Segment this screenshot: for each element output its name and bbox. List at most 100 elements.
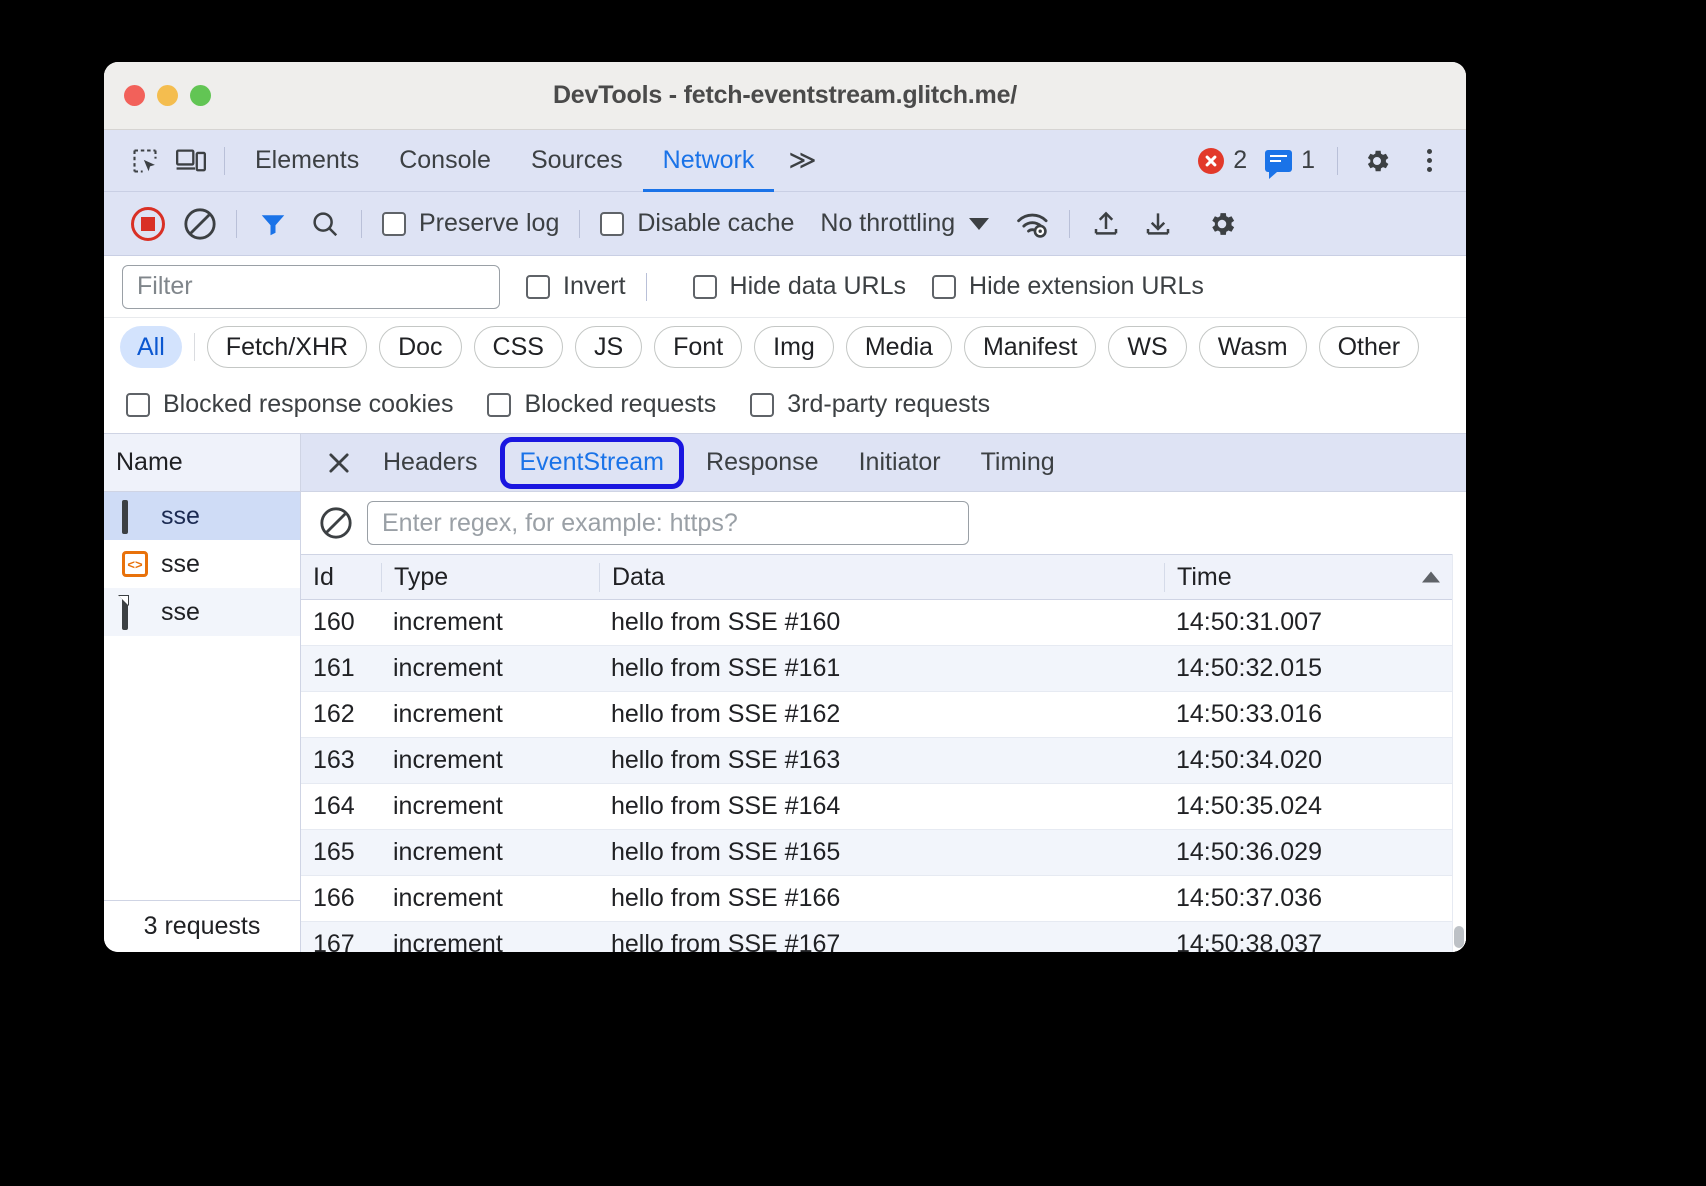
type-filter-css[interactable]: CSS — [474, 326, 563, 368]
minimize-window-button[interactable] — [157, 85, 178, 106]
scrollbar-thumb[interactable] — [1454, 926, 1464, 948]
clear-events-icon[interactable] — [319, 506, 353, 540]
resource-type-filters: All Fetch/XHR Doc CSS JS Font Img Media … — [104, 318, 1466, 376]
event-row-5[interactable]: 165 increment hello from SSE #165 14:50:… — [301, 830, 1466, 876]
chevron-down-icon — [969, 218, 989, 230]
event-row-6[interactable]: 166 increment hello from SSE #166 14:50:… — [301, 876, 1466, 922]
event-type-5: increment — [381, 838, 599, 867]
event-row-1[interactable]: 161 increment hello from SSE #161 14:50:… — [301, 646, 1466, 692]
event-row-0[interactable]: 160 increment hello from SSE #160 14:50:… — [301, 600, 1466, 646]
tab-network[interactable]: Network — [643, 130, 775, 192]
column-header-id[interactable]: Id — [301, 563, 381, 592]
hide-extension-urls-label: Hide extension URLs — [969, 272, 1204, 301]
type-filter-wasm[interactable]: Wasm — [1199, 326, 1307, 368]
detail-tab-headers[interactable]: Headers — [363, 434, 498, 492]
type-filter-ws[interactable]: WS — [1108, 326, 1186, 368]
hide-data-urls-checkbox[interactable]: Hide data URLs — [693, 272, 906, 301]
warning-count: 1 — [1301, 146, 1315, 175]
type-filter-divider — [194, 333, 195, 361]
type-filter-js[interactable]: JS — [575, 326, 642, 368]
tab-console[interactable]: Console — [379, 130, 511, 192]
maximize-window-button[interactable] — [190, 85, 211, 106]
type-filter-font[interactable]: Font — [654, 326, 742, 368]
event-id-1: 161 — [301, 654, 381, 683]
preserve-log-box — [382, 212, 406, 236]
window-title: DevTools - fetch-eventstream.glitch.me/ — [104, 81, 1466, 110]
third-party-requests-checkbox[interactable]: 3rd-party requests — [750, 390, 990, 419]
close-icon[interactable] — [315, 439, 363, 487]
wifi-settings-icon[interactable] — [1007, 198, 1059, 250]
disable-cache-checkbox[interactable]: Disable cache — [600, 209, 794, 238]
inspect-element-icon[interactable] — [122, 138, 168, 184]
event-row-3[interactable]: 163 increment hello from SSE #163 14:50:… — [301, 738, 1466, 784]
hide-extension-urls-checkbox[interactable]: Hide extension URLs — [932, 272, 1204, 301]
download-har-icon[interactable] — [1132, 198, 1184, 250]
search-icon[interactable] — [299, 198, 351, 250]
funnel-filter-icon[interactable] — [247, 198, 299, 250]
event-data-6: hello from SSE #166 — [599, 884, 1164, 913]
type-filter-img[interactable]: Img — [754, 326, 834, 368]
blocked-response-cookies-checkbox[interactable]: Blocked response cookies — [126, 390, 453, 419]
network-settings-gear-icon[interactable] — [1196, 198, 1248, 250]
more-tabs-icon[interactable]: ≫ — [774, 145, 827, 176]
column-header-data[interactable]: Data — [599, 563, 1164, 592]
detail-tab-timing[interactable]: Timing — [961, 434, 1075, 492]
event-data-7: hello from SSE #167 — [599, 930, 1164, 952]
request-row-1[interactable]: <> sse — [104, 540, 300, 588]
type-filter-other[interactable]: Other — [1319, 326, 1420, 368]
record-button[interactable] — [122, 198, 174, 250]
throttling-dropdown[interactable]: No throttling — [820, 209, 989, 238]
request-row-2[interactable]: sse — [104, 588, 300, 636]
request-detail-panel: Headers EventStream Response Initiator T… — [301, 434, 1466, 952]
event-time-6: 14:50:37.036 — [1164, 884, 1466, 913]
warning-badge[interactable]: 1 — [1259, 146, 1321, 175]
tab-sources[interactable]: Sources — [511, 130, 643, 192]
request-row-0[interactable]: sse — [104, 492, 300, 540]
event-id-7: 167 — [301, 930, 381, 952]
upload-har-icon[interactable] — [1080, 198, 1132, 250]
close-window-button[interactable] — [124, 85, 145, 106]
event-type-4: increment — [381, 792, 599, 821]
type-filter-manifest[interactable]: Manifest — [964, 326, 1096, 368]
eventstream-scrollbar[interactable] — [1452, 554, 1466, 952]
detail-tab-response[interactable]: Response — [686, 434, 839, 492]
column-header-time[interactable]: Time — [1164, 563, 1466, 592]
event-type-6: increment — [381, 884, 599, 913]
event-time-7: 14:50:38.037 — [1164, 930, 1466, 952]
device-toolbar-icon[interactable] — [168, 138, 214, 184]
requests-column-header-name[interactable]: Name — [104, 434, 300, 492]
clear-button[interactable] — [174, 198, 226, 250]
filter-input[interactable]: Filter — [122, 265, 500, 309]
event-row-7[interactable]: 167 increment hello from SSE #167 14:50:… — [301, 922, 1466, 952]
type-filter-media[interactable]: Media — [846, 326, 952, 368]
detail-tab-initiator[interactable]: Initiator — [839, 434, 961, 492]
event-data-3: hello from SSE #163 — [599, 746, 1164, 775]
net-toolbar-divider-3 — [579, 210, 580, 238]
type-filter-doc[interactable]: Doc — [379, 326, 461, 368]
network-body: Name sse <> sse sse 3 requests — [104, 434, 1466, 952]
error-badge[interactable]: 2 — [1192, 146, 1253, 175]
kebab-menu-icon[interactable] — [1406, 138, 1452, 184]
type-filter-all[interactable]: All — [120, 326, 182, 368]
event-row-4[interactable]: 164 increment hello from SSE #164 14:50:… — [301, 784, 1466, 830]
invert-checkbox[interactable]: Invert — [526, 272, 626, 301]
error-count: 2 — [1233, 146, 1247, 175]
type-filter-fetch-xhr[interactable]: Fetch/XHR — [207, 326, 367, 368]
event-data-0: hello from SSE #160 — [599, 608, 1164, 637]
detail-tab-eventstream[interactable]: EventStream — [500, 437, 685, 489]
eventstream-regex-input[interactable]: Enter regex, for example: https? — [367, 501, 969, 545]
requests-list-panel: Name sse <> sse sse 3 requests — [104, 434, 301, 952]
preserve-log-checkbox[interactable]: Preserve log — [382, 209, 559, 238]
requests-list: sse <> sse sse — [104, 492, 300, 900]
hide-data-urls-label: Hide data URLs — [730, 272, 906, 301]
event-type-1: increment — [381, 654, 599, 683]
tab-elements[interactable]: Elements — [235, 130, 379, 192]
invert-box — [526, 275, 550, 299]
third-party-requests-label: 3rd-party requests — [787, 390, 990, 419]
column-header-type[interactable]: Type — [381, 563, 599, 592]
gear-icon[interactable] — [1354, 138, 1400, 184]
preserve-log-label: Preserve log — [419, 209, 559, 238]
event-row-2[interactable]: 162 increment hello from SSE #162 14:50:… — [301, 692, 1466, 738]
eventstream-header-row: Id Type Data Time — [301, 554, 1466, 600]
blocked-requests-checkbox[interactable]: Blocked requests — [487, 390, 716, 419]
